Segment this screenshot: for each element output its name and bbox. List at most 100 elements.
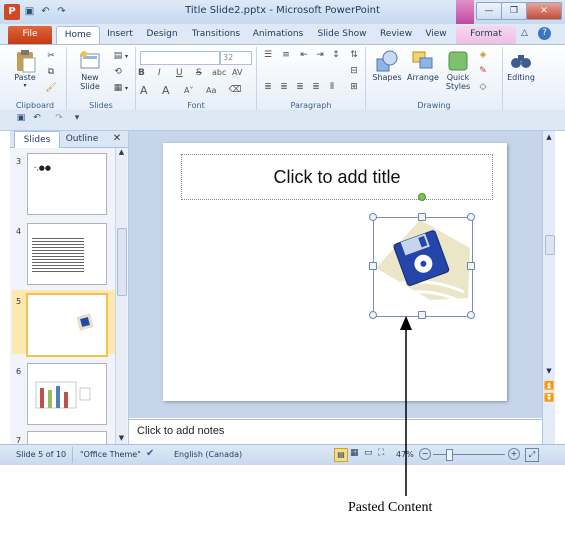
resize-handle-top-right[interactable]	[467, 213, 475, 221]
grow-font-button[interactable]: A	[162, 84, 170, 97]
line-spacing-icon[interactable]: ↕	[329, 50, 343, 60]
language-indicator[interactable]: English (Canada)	[174, 450, 242, 459]
tab-design[interactable]: Design	[142, 26, 182, 44]
slide-thumbnail-5[interactable]	[26, 293, 108, 357]
align-text-icon[interactable]: ⊟	[347, 66, 361, 76]
clear-formatting-icon[interactable]: ⌫	[228, 85, 242, 95]
notes-pane[interactable]: Click to add notes	[129, 419, 542, 445]
tab-file[interactable]: File	[8, 26, 52, 44]
rotate-handle[interactable]	[418, 193, 426, 201]
scroll-thumb[interactable]	[545, 235, 555, 255]
format-painter-icon[interactable]: 🖌	[44, 83, 58, 93]
save-icon[interactable]: ▣	[14, 113, 28, 123]
zoom-slider-thumb[interactable]	[446, 449, 453, 461]
shadow-button[interactable]: abc	[212, 68, 226, 77]
character-spacing-button[interactable]: AV	[232, 68, 242, 77]
tab-animations[interactable]: Animations	[250, 26, 306, 44]
tab-slide-show[interactable]: Slide Show	[314, 26, 370, 44]
tab-slides[interactable]: Slides	[14, 131, 60, 148]
slide-scrollbar[interactable]: ▲ ▼ ⏫ ⏬	[542, 131, 555, 444]
previous-slide-icon[interactable]: ⏫	[543, 381, 555, 390]
undo-icon[interactable]: ↶	[30, 113, 44, 123]
italic-button[interactable]: I	[158, 68, 161, 78]
customize-toolbar-icon[interactable]: ▾	[70, 113, 84, 123]
slides-pane-scrollbar[interactable]: ▲ ▼	[115, 148, 127, 444]
scroll-thumb[interactable]	[117, 228, 127, 296]
resize-handle-bottom[interactable]	[418, 311, 426, 319]
minimize-ribbon-icon[interactable]: △	[521, 28, 533, 40]
shrink-font-button[interactable]: A˅	[184, 86, 193, 95]
scroll-up-icon[interactable]: ▲	[543, 133, 555, 141]
shape-effects-icon[interactable]: ◇	[476, 82, 490, 92]
reset-icon[interactable]: ⟲	[111, 67, 125, 77]
layout-icon[interactable]: ▤ ▾	[111, 51, 128, 61]
slide-show-icon[interactable]: ⛶	[378, 448, 384, 458]
zoom-in-icon[interactable]: +	[508, 448, 520, 460]
slide-canvas[interactable]: Click to add title	[163, 143, 507, 401]
resize-handle-right[interactable]	[467, 262, 475, 270]
copy-icon[interactable]: ⧉	[44, 67, 58, 77]
tab-format[interactable]: Format	[456, 26, 516, 44]
paste-button[interactable]: Paste ▾	[10, 49, 40, 89]
tab-view[interactable]: View	[420, 26, 452, 44]
quick-styles-button[interactable]: Quick Styles	[442, 49, 474, 91]
help-icon[interactable]: ?	[538, 27, 551, 40]
resize-handle-bottom-left[interactable]	[369, 311, 377, 319]
paste-dropdown-icon[interactable]: ▾	[10, 82, 40, 89]
restore-button[interactable]: ❐	[501, 2, 527, 20]
align-left-icon[interactable]: ≣	[261, 82, 275, 92]
change-case-button[interactable]: Aa	[206, 86, 216, 95]
bold-button[interactable]: B	[138, 68, 145, 78]
text-direction-icon[interactable]: ⇅	[347, 50, 361, 60]
new-slide-button[interactable]: New Slide	[73, 49, 107, 91]
align-right-icon[interactable]: ≣	[293, 82, 307, 92]
reading-view-icon[interactable]: ▭	[364, 448, 373, 458]
font-color-button[interactable]: A	[140, 84, 148, 97]
close-button[interactable]: ✕	[526, 2, 562, 20]
tab-review[interactable]: Review	[376, 26, 416, 44]
slide-thumbnail-6[interactable]	[27, 363, 107, 425]
theme-name[interactable]: "Office Theme"	[80, 450, 141, 459]
bullets-icon[interactable]: ☰	[261, 50, 275, 60]
align-center-icon[interactable]: ≣	[277, 82, 291, 92]
cut-icon[interactable]: ✂	[44, 51, 58, 61]
shapes-button[interactable]: Shapes	[370, 49, 404, 82]
zoom-slider-track[interactable]	[433, 454, 505, 455]
resize-handle-top-left[interactable]	[369, 213, 377, 221]
next-slide-icon[interactable]: ⏬	[543, 393, 555, 402]
columns-icon[interactable]: ⫴	[325, 82, 339, 92]
section-icon[interactable]: ▦ ▾	[111, 83, 128, 93]
smartart-icon[interactable]: ⊞	[347, 82, 361, 92]
clipart-selection-box[interactable]	[373, 217, 473, 317]
spell-check-icon[interactable]: ✔	[146, 448, 154, 459]
strikethrough-button[interactable]: S	[196, 68, 202, 78]
title-placeholder[interactable]: Click to add title	[181, 154, 493, 200]
slide-thumbnail-4[interactable]	[27, 223, 107, 285]
scroll-down-icon[interactable]: ▼	[116, 434, 127, 444]
increase-indent-icon[interactable]: ⇥	[313, 50, 327, 60]
numbering-icon[interactable]: ≡	[279, 50, 293, 60]
font-name-dropdown[interactable]	[140, 51, 220, 65]
scroll-up-icon[interactable]: ▲	[116, 148, 127, 158]
notes-placeholder[interactable]: Click to add notes	[137, 425, 224, 437]
close-pane-icon[interactable]: ✕	[111, 133, 123, 145]
shape-fill-icon[interactable]: ◈	[476, 50, 490, 60]
shape-outline-icon[interactable]: ✎	[476, 66, 490, 76]
tab-insert[interactable]: Insert	[102, 26, 138, 44]
fit-to-window-icon[interactable]: ⤢	[525, 448, 539, 462]
slide-sorter-icon[interactable]: ▦	[350, 448, 359, 458]
tab-outline[interactable]: Outline	[60, 131, 104, 147]
underline-button[interactable]: U	[176, 68, 183, 78]
resize-handle-bottom-right[interactable]	[467, 311, 475, 319]
editing-button[interactable]: Editing	[503, 49, 539, 82]
tab-home[interactable]: Home	[56, 26, 100, 45]
redo-icon[interactable]: ↷	[52, 113, 66, 123]
tab-transitions[interactable]: Transitions	[188, 26, 244, 44]
arrange-button[interactable]: Arrange	[406, 49, 440, 82]
scroll-down-icon[interactable]: ▼	[543, 367, 555, 375]
minimize-button[interactable]: —	[476, 2, 502, 20]
resize-handle-left[interactable]	[369, 262, 377, 270]
normal-view-icon[interactable]: ▤	[334, 448, 348, 462]
zoom-out-icon[interactable]: −	[419, 448, 431, 460]
slide-thumbnail-7[interactable]	[27, 431, 107, 444]
